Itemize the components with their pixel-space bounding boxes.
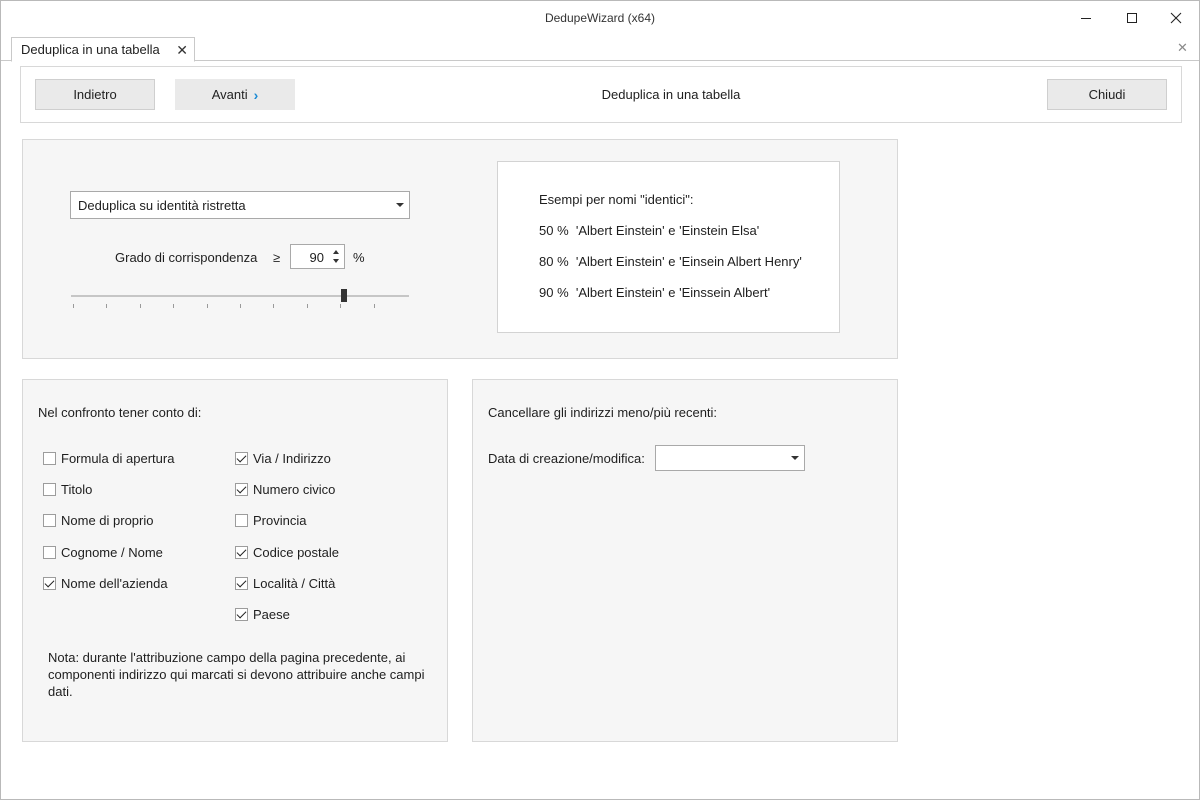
checkbox[interactable] [43,483,56,496]
checkbox-label: Paese [253,607,290,622]
matching-panel: Deduplica su identità ristretta Grado di… [22,139,898,359]
checkbox-label: Formula di apertura [61,451,175,466]
checkbox-formula-apertura[interactable]: Formula di apertura [43,451,174,466]
wizard-toolbar: Indietro Avanti › Deduplica in una tabel… [20,66,1182,123]
maximize-button[interactable] [1109,1,1155,35]
date-label: Data di creazione/modifica: [488,451,645,466]
chevron-down-icon [396,203,404,207]
checkbox[interactable] [43,546,56,559]
checkbox-paese[interactable]: Paese [235,607,290,622]
tab-close-icon[interactable]: ✕ [176,42,188,59]
dedupe-mode-value: Deduplica su identità ristretta [78,197,246,213]
checkbox-label: Nome dell'azienda [61,576,168,591]
slider-tick [106,304,108,308]
checkbox-label: Titolo [61,482,93,497]
tab-deduplica[interactable]: Deduplica in una tabella ✕ [11,37,195,62]
checkbox[interactable] [43,577,56,590]
minimize-icon [1081,18,1091,19]
checkbox-label: Provincia [253,513,307,528]
spin-up-icon[interactable] [333,250,339,254]
checkbox-label: Località / Città [253,576,336,591]
tabstrip-close-icon[interactable]: ✕ [1177,40,1188,56]
geq-symbol: ≥ [273,250,281,265]
compare-title: Nel confronto tener conto di: [38,405,202,420]
examples-box: Esempi per nomi "identici": 50 % 'Albert… [497,161,840,333]
slider-tick [173,304,175,308]
slider-tick [240,304,241,308]
delete-panel: Cancellare gli indirizzi meno/più recent… [472,379,898,742]
checkbox-label: Codice postale [253,545,339,560]
tab-strip: Deduplica in una tabella ✕ ✕ [1,35,1199,62]
chevron-right-icon: › [253,86,259,103]
minimize-button[interactable] [1063,1,1109,35]
checkbox-nome-proprio[interactable]: Nome di proprio [43,513,154,528]
checkbox-label: Numero civico [253,482,336,497]
close-button-label: Chiudi [1088,87,1126,102]
date-select[interactable] [655,445,805,471]
checkbox-localita-citta[interactable]: Località / Città [235,576,335,591]
slider-tick [139,304,141,308]
slider-tick [73,304,74,308]
close-button[interactable]: Chiudi [1047,79,1167,110]
checkbox[interactable] [43,514,56,527]
checkbox-numero-civico[interactable]: Numero civico [235,482,335,497]
slider-tick [206,304,208,308]
checkbox[interactable] [235,577,248,590]
slider-tick [273,304,275,308]
example-line: 50 % 'Albert Einstein' e 'Einstein Elsa' [539,223,760,238]
example-line: 90 % 'Albert Einstein' e 'Einssein Alber… [539,285,771,300]
window-title: DedupeWizard (x64) [544,11,656,25]
compare-fields-panel: Nel confronto tener conto di: Formula di… [22,379,448,742]
tab-label: Deduplica in una tabella [21,42,160,57]
close-window-button[interactable] [1153,1,1199,35]
title-bar: DedupeWizard (x64) [1,1,1199,35]
checkbox-titolo[interactable]: Titolo [43,482,92,497]
slider-thumb[interactable] [340,289,347,302]
checkbox-cognome-nome[interactable]: Cognome / Nome [43,545,163,560]
checkbox[interactable] [235,483,248,496]
chevron-down-icon [791,456,799,460]
checkbox-nome-azienda[interactable]: Nome dell'azienda [43,576,168,591]
checkbox-provincia[interactable]: Provincia [235,513,306,528]
slider-tick [306,304,308,308]
slider-tick [340,304,342,308]
match-degree-slider[interactable] [71,286,409,312]
next-button[interactable]: Avanti › [175,79,295,110]
checkbox-label: Via / Indirizzo [253,451,331,466]
checkbox-label: Nome di proprio [61,513,154,528]
checkbox-codice-postale[interactable]: Codice postale [235,545,339,560]
checkbox-label: Cognome / Nome [61,545,163,560]
match-degree-stepper[interactable]: 90 [290,244,345,269]
match-degree-label: Grado di corrispondenza [115,250,258,265]
slider-track [71,295,409,297]
page-title: Deduplica in una tabella [601,87,741,102]
example-line: 80 % 'Albert Einstein' e 'Einsein Albert… [539,254,802,269]
close-icon [1170,12,1182,24]
delete-title: Cancellare gli indirizzi meno/più recent… [488,405,718,420]
checkbox[interactable] [235,514,248,527]
checkbox[interactable] [235,608,248,621]
checkbox[interactable] [43,452,56,465]
maximize-icon [1127,13,1137,23]
checkbox-via-indirizzo[interactable]: Via / Indirizzo [235,451,331,466]
back-button-label: Indietro [73,87,117,102]
spin-down-icon[interactable] [333,259,339,263]
app-window: DedupeWizard (x64) Deduplica in una tabe… [0,0,1200,800]
slider-tick [373,304,375,308]
checkbox[interactable] [235,452,248,465]
dedupe-mode-select[interactable]: Deduplica su identità ristretta [70,191,410,219]
note-text: Nota: durante l'attribuzione campo della… [48,650,425,699]
percent-symbol: % [353,250,365,265]
match-degree-value: 90 [309,250,324,265]
examples-heading: Esempi per nomi "identici": [539,192,694,207]
next-button-label: Avanti [211,87,248,102]
checkbox[interactable] [235,546,248,559]
back-button[interactable]: Indietro [35,79,155,110]
